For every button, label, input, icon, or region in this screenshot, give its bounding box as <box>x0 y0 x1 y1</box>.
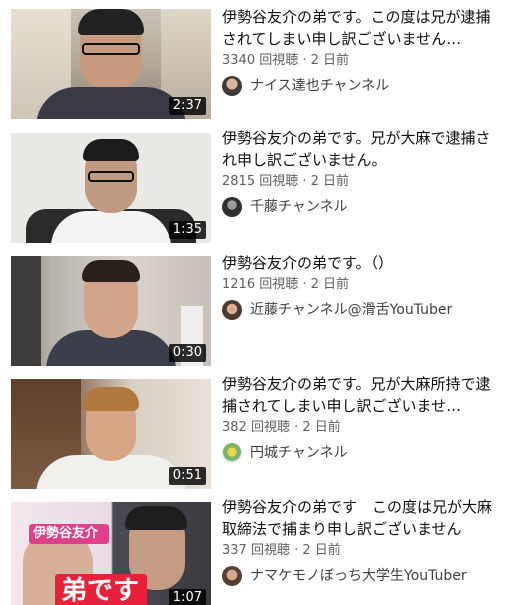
channel-avatar[interactable] <box>222 197 242 217</box>
meta-separator: · <box>294 543 299 558</box>
duration-badge: 2:37 <box>168 97 206 115</box>
video-item[interactable]: 0:51 伊勢谷友介の弟です。兄が大麻所持で逮捕されてしまい申し訳ございませ… … <box>0 373 507 491</box>
view-count: 337 回視聴 <box>222 543 290 558</box>
video-title[interactable]: 伊勢谷友介の弟です。この度は兄が逮捕されてしまい申し訳ございません… <box>222 6 504 50</box>
video-info[interactable]: 伊勢谷友介の弟です。兄が大麻所持で逮捕されてしまい申し訳ございませ… 382 回… <box>222 373 504 463</box>
video-item[interactable]: 1:35 伊勢谷友介の弟です。兄が大麻で逮捕され申し訳ございません。 2815 … <box>0 127 507 245</box>
thumbnail-headline: 弟です <box>61 576 140 605</box>
channel-link[interactable]: ナイス達也チャンネル <box>222 76 504 96</box>
meta-separator: · <box>302 174 307 189</box>
meta-separator: · <box>302 277 307 292</box>
upload-age: 2 日前 <box>310 53 350 68</box>
video-info[interactable]: 伊勢谷友介の弟です。（） 1216 回視聴 · 2 日前 近藤チャンネル@滑舌Y… <box>222 252 504 320</box>
view-count: 3340 回視聴 <box>222 53 299 68</box>
video-title[interactable]: 伊勢谷友介の弟です この度は兄が大麻取締法で捕まり申し訳ございません <box>222 496 504 540</box>
channel-name[interactable]: ナマケモノぼっち大学生YouTuber <box>250 567 467 585</box>
video-title[interactable]: 伊勢谷友介の弟です。（） <box>222 252 504 274</box>
thumbnail-caption: 伊勢谷友介 <box>33 526 99 541</box>
meta-separator: · <box>302 53 307 68</box>
video-thumbnail[interactable]: 1:35 <box>11 133 211 243</box>
duration-badge: 1:35 <box>168 221 206 239</box>
channel-name[interactable]: 千藤チャンネル <box>250 198 348 216</box>
channel-avatar[interactable] <box>222 443 242 463</box>
upload-age: 2 日前 <box>302 543 341 558</box>
video-info[interactable]: 伊勢谷友介の弟です この度は兄が大麻取締法で捕まり申し訳ございません 337 回… <box>222 496 504 586</box>
channel-name[interactable]: 近藤チャンネル@滑舌YouTuber <box>250 301 452 319</box>
channel-link[interactable]: 近藤チャンネル@滑舌YouTuber <box>222 300 504 320</box>
channel-name[interactable]: ナイス達也チャンネル <box>250 77 389 95</box>
video-title[interactable]: 伊勢谷友介の弟です。兄が大麻で逮捕され申し訳ございません。 <box>222 127 504 171</box>
view-count: 382 回視聴 <box>222 420 290 435</box>
upload-age: 2 日前 <box>310 174 350 189</box>
view-count: 1216 回視聴 <box>222 277 299 292</box>
view-count: 2815 回視聴 <box>222 174 299 189</box>
channel-avatar[interactable] <box>222 566 242 586</box>
video-info[interactable]: 伊勢谷友介の弟です。兄が大麻で逮捕され申し訳ございません。 2815 回視聴 ·… <box>222 127 504 217</box>
video-item[interactable]: 伊勢谷友介 弟です 1:07 伊勢谷友介の弟です この度は兄が大麻取締法で捕まり… <box>0 496 507 605</box>
channel-avatar[interactable] <box>222 76 242 96</box>
video-meta: 1216 回視聴 · 2 日前 <box>222 276 504 294</box>
duration-badge: 0:30 <box>168 344 206 362</box>
video-thumbnail[interactable]: 2:37 <box>11 9 211 119</box>
meta-separator: · <box>294 420 299 435</box>
channel-link[interactable]: 千藤チャンネル <box>222 197 504 217</box>
channel-name[interactable]: 円城チャンネル <box>250 444 348 462</box>
video-meta: 2815 回視聴 · 2 日前 <box>222 173 504 191</box>
duration-badge: 0:51 <box>168 467 206 485</box>
video-meta: 337 回視聴 · 2 日前 <box>222 542 504 560</box>
channel-link[interactable]: ナマケモノぼっち大学生YouTuber <box>222 566 504 586</box>
video-thumbnail[interactable]: 0:30 <box>11 256 211 366</box>
video-item[interactable]: 2:37 伊勢谷友介の弟です。この度は兄が逮捕されてしまい申し訳ございません… … <box>0 6 507 124</box>
upload-age: 2 日前 <box>310 277 350 292</box>
video-thumbnail[interactable]: 伊勢谷友介 弟です 1:07 <box>11 502 211 605</box>
video-item[interactable]: 0:30 伊勢谷友介の弟です。（） 1216 回視聴 · 2 日前 近藤チャンネ… <box>0 250 507 368</box>
upload-age: 2 日前 <box>302 420 341 435</box>
channel-link[interactable]: 円城チャンネル <box>222 443 504 463</box>
video-meta: 382 回視聴 · 2 日前 <box>222 419 504 437</box>
video-meta: 3340 回視聴 · 2 日前 <box>222 52 504 70</box>
video-title[interactable]: 伊勢谷友介の弟です。兄が大麻所持で逮捕されてしまい申し訳ございませ… <box>222 373 504 417</box>
video-thumbnail[interactable]: 0:51 <box>11 379 211 489</box>
video-info[interactable]: 伊勢谷友介の弟です。この度は兄が逮捕されてしまい申し訳ございません… 3340 … <box>222 6 504 96</box>
channel-avatar[interactable] <box>222 300 242 320</box>
duration-badge: 1:07 <box>168 589 206 605</box>
